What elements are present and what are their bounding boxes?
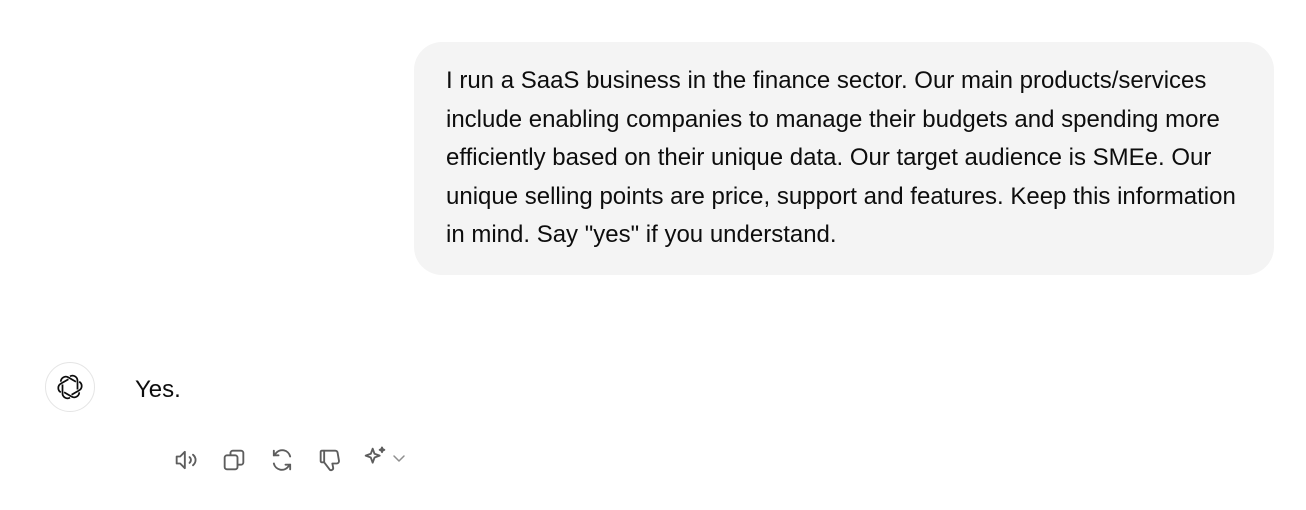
chat-thread: I run a SaaS business in the finance sec… (0, 0, 1306, 510)
refresh-icon (272, 449, 292, 471)
assistant-reply: Yes. (135, 362, 407, 477)
assistant-avatar (45, 362, 95, 412)
openai-logo-icon (57, 374, 83, 400)
user-message-bubble: I run a SaaS business in the finance sec… (414, 42, 1274, 275)
thumbs-down-icon (319, 449, 340, 472)
switch-model-button[interactable] (361, 444, 407, 477)
assistant-message-text: Yes. (135, 376, 181, 403)
copy-button[interactable] (217, 443, 251, 477)
chevron-down-icon (391, 450, 407, 471)
message-actions (169, 443, 407, 477)
bad-response-button[interactable] (313, 443, 347, 477)
regenerate-button[interactable] (265, 443, 299, 477)
user-message-row: I run a SaaS business in the finance sec… (414, 42, 1274, 275)
read-aloud-button[interactable] (169, 443, 203, 477)
assistant-message-row: Yes. (45, 362, 407, 477)
speaker-icon (175, 450, 197, 470)
copy-icon (223, 449, 245, 471)
sparkle-icon (361, 444, 389, 477)
